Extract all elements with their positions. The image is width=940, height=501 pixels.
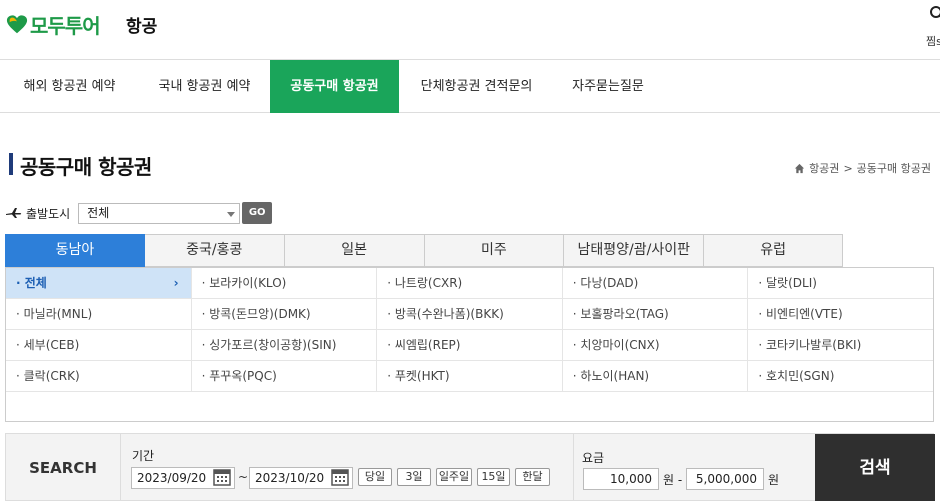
departure-select-value: 전체 [87,205,110,220]
tab-japan[interactable]: 일본 [284,234,425,267]
fare-min-input[interactable]: 10,000 [583,468,659,490]
region-tabs: 동남아 중국/홍콩 일본 미주 남태평양/괌/사이판 유럽 [5,234,843,267]
quick-range-week-button[interactable]: 일주일 [436,468,472,486]
city-item[interactable]: · 세부(CEB) [6,330,192,360]
breadcrumb-item[interactable]: 공동구매 항공권 [857,160,931,176]
city-item[interactable]: · 치앙마이(CNX) [563,330,749,360]
main-nav: 해외 항공권 예약 국내 항공권 예약 공동구매 항공권 단체항공권 견적문의 … [0,59,940,113]
divider [573,434,574,501]
quick-range-3days-button[interactable]: 3일 [397,468,431,486]
city-item[interactable]: · 코타키나발루(BKI) [748,330,933,360]
city-item[interactable]: · 푸꾸옥(PQC) [192,361,378,391]
nav-item-domestic[interactable]: 국내 항공권 예약 [139,60,270,113]
city-item[interactable]: · 보홀팡라오(TAG) [563,299,749,329]
city-item[interactable]: · 호치민(SGN) [748,361,933,391]
city-row: · 전체 › · 보라카이(KLO) · 나트랑(CXR) · 다낭(DAD) … [6,268,933,299]
city-item[interactable]: · 보라카이(KLO) [192,268,378,298]
nav-item-faq[interactable]: 자주묻는질문 [554,60,662,113]
city-item[interactable]: · 방콕(돈므앙)(DMK) [192,299,378,329]
city-row: · 마닐라(MNL) · 방콕(돈므앙)(DMK) · 방콕(수완나폼)(BKK… [6,299,933,330]
departure-select[interactable]: 전체 [78,202,241,224]
city-item-all[interactable]: · 전체 › [6,268,192,298]
tab-china-hongkong[interactable]: 중국/홍콩 [144,234,285,267]
search-icon[interactable] [929,5,940,21]
search-panel-label: SEARCH [6,434,121,501]
page-title: 공동구매 항공권 [20,155,152,179]
title-accent-bar [9,153,13,175]
heart-logo-icon [6,14,28,33]
breadcrumb-separator-icon: > [843,161,853,175]
tab-americas[interactable]: 미주 [424,234,565,267]
city-item[interactable]: · 비엔티엔(VTE) [748,299,933,329]
city-grid: · 전체 › · 보라카이(KLO) · 나트랑(CXR) · 다낭(DAD) … [5,267,934,422]
departure-filter: 출발도시 전체 GO [6,202,273,224]
city-item[interactable]: · 푸켓(HKT) [377,361,563,391]
fare-label: 요금 [582,451,605,465]
calendar-icon[interactable] [213,467,231,487]
period-label: 기간 [132,449,155,463]
fare-max-unit: 원 [768,473,780,487]
breadcrumb: 항공권 > 공동구매 항공권 [794,160,931,176]
city-item[interactable]: · 다낭(DAD) [563,268,749,298]
fare-min-unit: 원 - [663,473,683,487]
chevron-right-icon: › [173,276,179,290]
calendar-icon[interactable] [331,467,349,487]
header: 모두투어 항공 찜s [0,0,940,60]
tab-europe[interactable]: 유럽 [704,234,843,267]
tab-south-pacific[interactable]: 남태평양/괌/사이판 [564,234,705,267]
quick-range-month-button[interactable]: 한달 [515,468,550,486]
city-label: · 전체 [16,276,47,290]
nav-item-group-buy[interactable]: 공동구매 항공권 [270,60,399,113]
city-row: · 세부(CEB) · 싱가포르(창이공항)(SIN) · 씨엠립(REP) ·… [6,330,933,361]
nav-item-group-quote[interactable]: 단체항공권 견적문의 [399,60,554,113]
city-item[interactable]: · 마닐라(MNL) [6,299,192,329]
brand-name: 모두투어 [30,14,101,38]
fare-max-input[interactable]: 5,000,000 [686,468,764,490]
city-item[interactable]: · 싱가포르(창이공항)(SIN) [192,330,378,360]
city-item[interactable]: · 씨엠립(REP) [377,330,563,360]
favorites-label[interactable]: 찜s [926,33,940,49]
quick-range-15days-button[interactable]: 15일 [477,468,510,486]
city-item[interactable]: · 방콕(수완나폼)(BKK) [377,299,563,329]
city-item[interactable]: · 나트랑(CXR) [377,268,563,298]
city-item[interactable]: · 하노이(HAN) [563,361,749,391]
airplane-icon [6,208,22,218]
home-icon[interactable] [794,163,805,174]
date-range-separator: ~ [238,470,249,484]
search-panel: SEARCH 기간 2023/09/20 ~ 2023/10/20 당일 3일 … [5,433,935,501]
breadcrumb-item[interactable]: 항공권 [809,160,839,176]
quick-range-today-button[interactable]: 당일 [358,468,392,486]
logo[interactable]: 모두투어 [6,10,101,39]
departure-label: 출발도시 [26,206,71,221]
city-row: · 클락(CRK) · 푸꾸옥(PQC) · 푸켓(HKT) · 하노이(HAN… [6,361,933,392]
nav-item-overseas[interactable]: 해외 항공권 예약 [0,60,139,113]
city-item[interactable]: · 달랏(DLI) [748,268,933,298]
dropdown-arrow-icon [227,211,236,217]
city-item[interactable]: · 클락(CRK) [6,361,192,391]
tab-southeast-asia[interactable]: 동남아 [5,234,145,267]
search-button[interactable]: 검색 [815,434,935,501]
section-title: 항공 [126,17,158,37]
go-button[interactable]: GO [242,202,273,224]
